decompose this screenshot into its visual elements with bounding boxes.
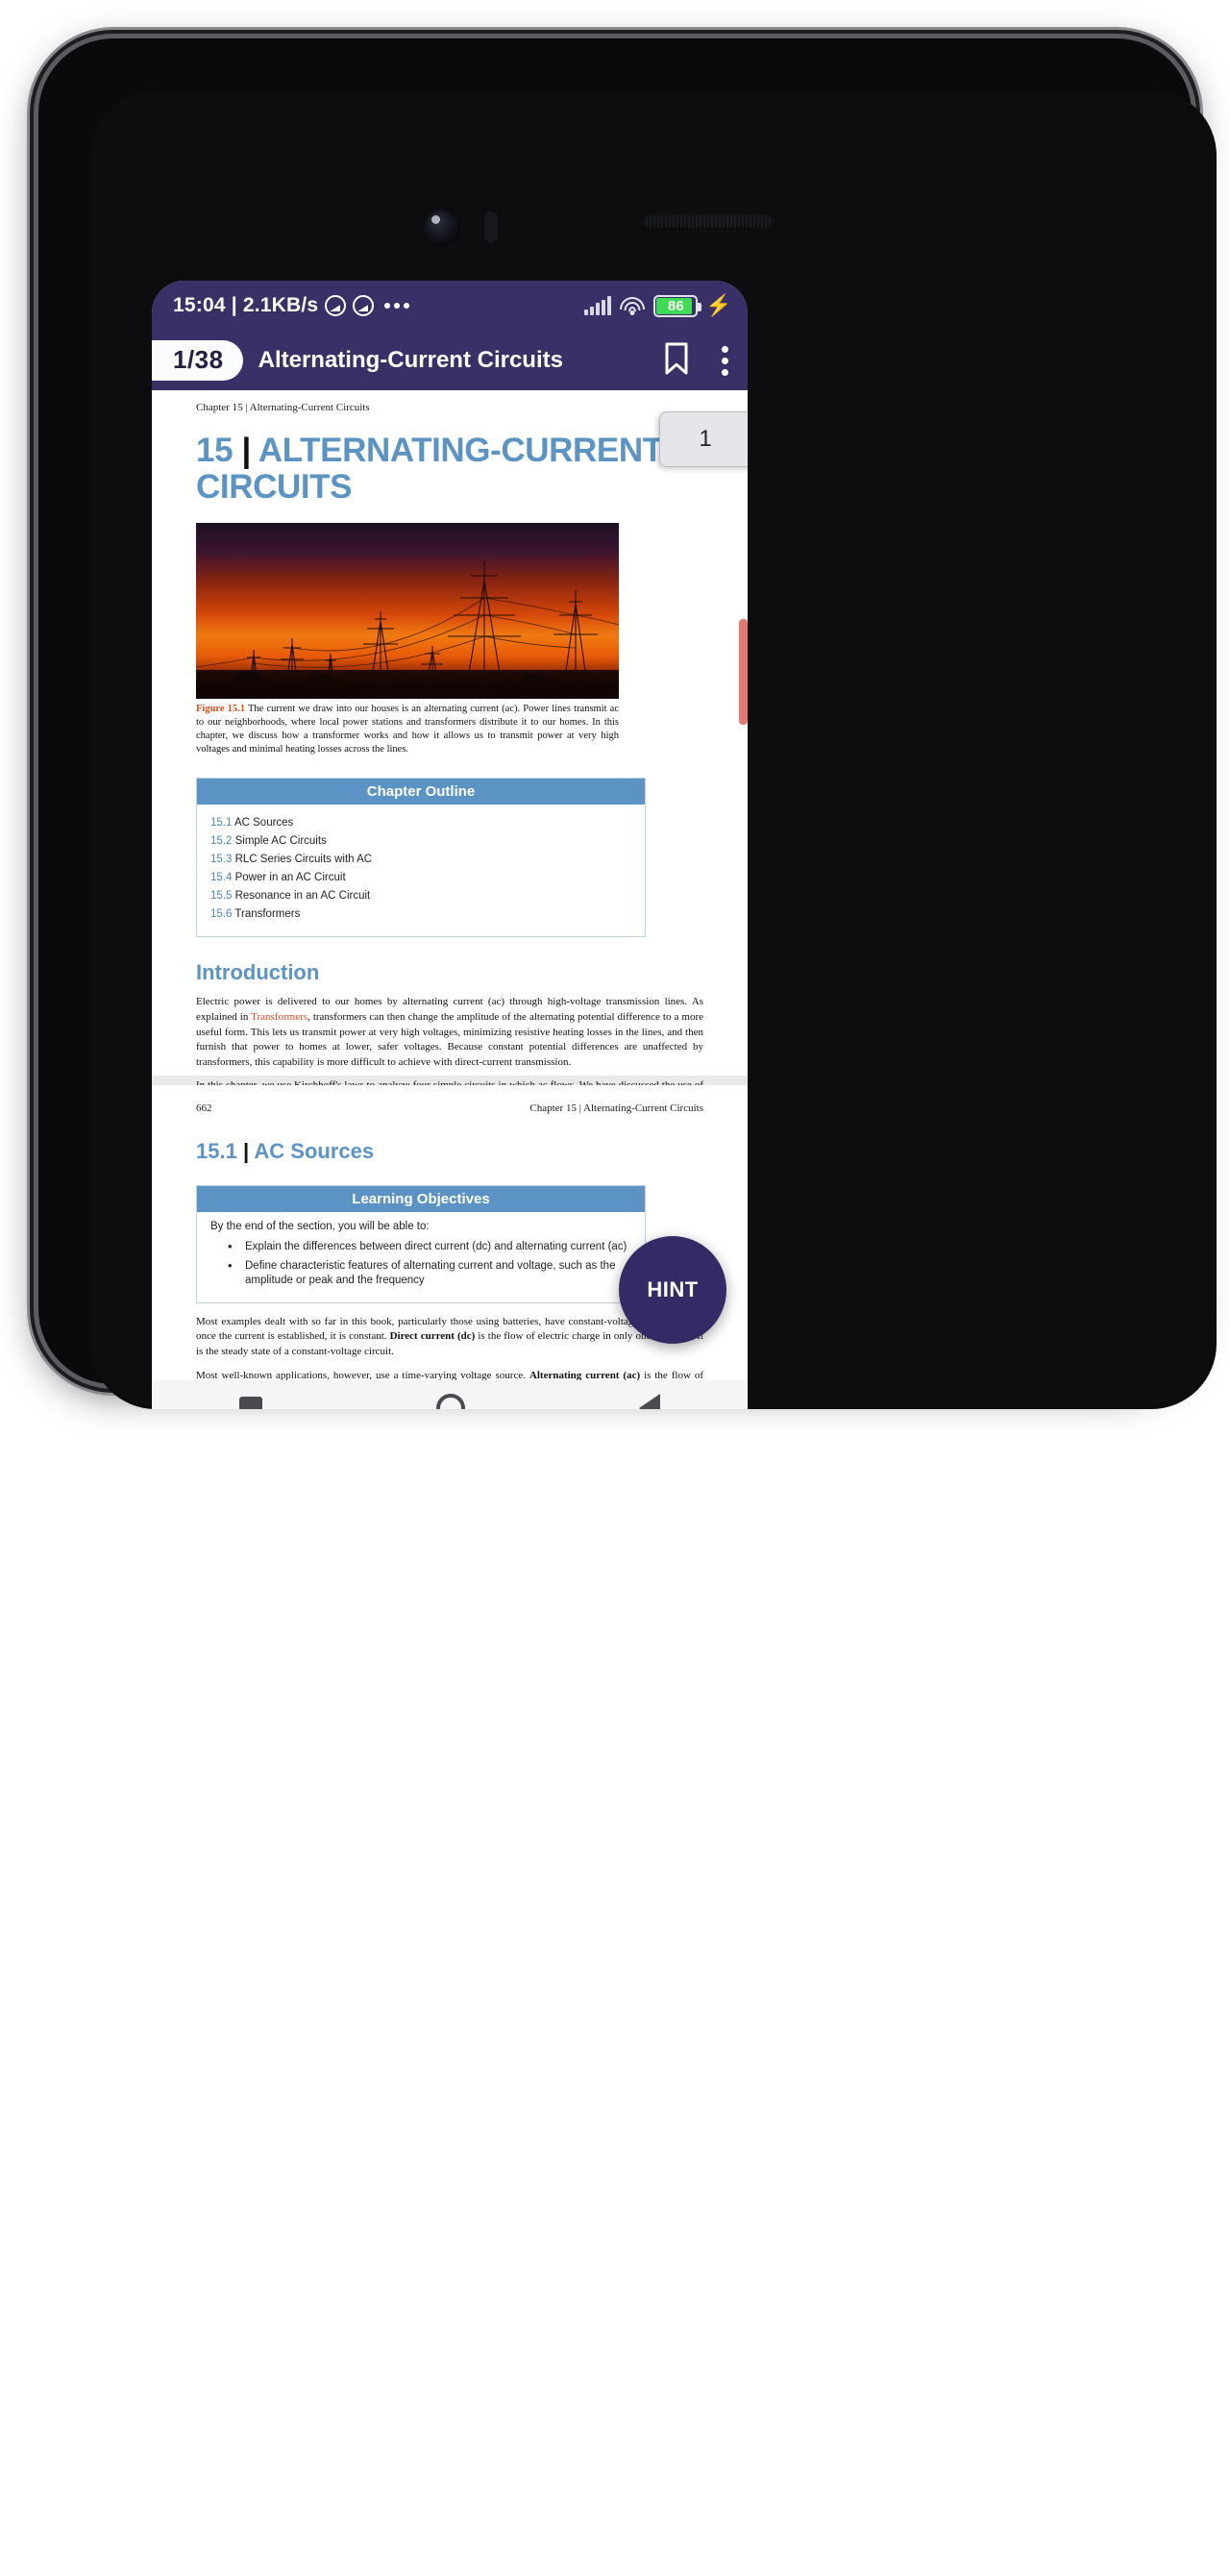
outline-section-number: 15.1	[210, 817, 233, 830]
chapter-outline-body: 15.1 AC Sources 15.2 Simple AC Circuits …	[197, 805, 645, 937]
phone-screen: 15:04 | 2.1KB/s 86 ⚡ 1/38 Alternating-Cu…	[152, 281, 748, 1409]
phone-body: 15:04 | 2.1KB/s 86 ⚡ 1/38 Alternating-Cu…	[90, 90, 1217, 1409]
status-bar-right: 86 ⚡	[584, 293, 732, 317]
recents-square-icon[interactable]	[238, 1397, 262, 1409]
section-number: 15.1	[196, 1139, 237, 1163]
earpiece-speaker	[642, 213, 775, 229]
vertical-scrollbar-thumb[interactable]	[739, 619, 748, 725]
p2-part-a: Most well-known applications, however, u…	[196, 1369, 529, 1380]
status-bar-left: 15:04 | 2.1KB/s	[173, 294, 410, 317]
list-item: Define characteristic features of altern…	[228, 1258, 631, 1288]
learning-objectives-heading: Learning Objectives	[197, 1186, 645, 1212]
front-camera-icon	[422, 208, 460, 246]
wifi-icon	[620, 296, 646, 315]
list-item[interactable]: 15.1 AC Sources	[210, 817, 631, 829]
page2-page-number: 662	[196, 1102, 212, 1114]
figure-image-power-lines	[196, 522, 619, 699]
list-item[interactable]: 15.2 Simple AC Circuits	[210, 835, 631, 847]
status-time-and-network-speed: 15:04 | 2.1KB/s	[173, 294, 319, 316]
section-title: AC Sources	[254, 1139, 375, 1163]
battery-percent-label: 86	[667, 297, 684, 314]
introduction-heading: Introduction	[196, 960, 320, 985]
outline-section-title: Simple AC Circuits	[234, 835, 327, 848]
section-heading-15-1: 15.1 | AC Sources	[196, 1139, 703, 1164]
bookmark-icon[interactable]	[662, 341, 691, 381]
transformers-link[interactable]: Transformers	[251, 1011, 308, 1023]
camera-glint	[431, 215, 440, 224]
outline-section-number: 15.2	[210, 835, 233, 848]
page2-running-head: Chapter 15 | Alternating-Current Circuit…	[529, 1102, 703, 1114]
list-item[interactable]: 15.5 Resonance in an AC Circuit	[210, 890, 631, 902]
document-page-1: Chapter 15 | Alternating-Current Circuit…	[152, 390, 748, 1136]
page-counter-badge[interactable]: 1/38	[152, 340, 243, 381]
learning-objectives-intro: By the end of the section, you will be a…	[210, 1221, 430, 1232]
section-separator: |	[242, 1139, 250, 1163]
blocked-circle-icon	[325, 295, 347, 316]
section-paragraph-2: Most well-known applications, however, u…	[196, 1369, 703, 1380]
outline-section-title: AC Sources	[234, 817, 294, 830]
learning-objectives-list: Explain the differences between direct c…	[228, 1239, 631, 1288]
learning-objectives-box: Learning Objectives By the end of the se…	[196, 1185, 646, 1303]
back-triangle-icon[interactable]	[639, 1394, 661, 1409]
list-item[interactable]: 15.4 Power in an AC Circuit	[210, 872, 631, 883]
figure-label: Figure 15.1	[196, 703, 246, 714]
phone-frame: 15:04 | 2.1KB/s 86 ⚡ 1/38 Alternating-Cu…	[38, 38, 1217, 1409]
introduction-paragraph-1: Electric power is delivered to our homes…	[196, 995, 703, 1070]
outline-section-number: 15.4	[210, 872, 233, 884]
battery-icon: 86	[653, 294, 702, 317]
chapter-title: 15 | ALTERNATING-CURRENT CIRCUITS	[196, 433, 703, 506]
outline-section-title: RLC Series Circuits with AC	[234, 854, 373, 866]
page-number-chip[interactable]: 1	[659, 411, 748, 467]
outline-section-number: 15.6	[210, 908, 233, 921]
learning-objectives-body: By the end of the section, you will be a…	[197, 1212, 645, 1302]
app-toolbar: 1/38 Alternating-Current Circuits	[152, 331, 748, 390]
page2-running-head-row: 662 Chapter 15 | Alternating-Current Cir…	[196, 1102, 703, 1114]
p1-bold-term: Direct current (dc)	[389, 1330, 476, 1343]
home-circle-icon[interactable]	[435, 1394, 465, 1409]
list-item: Explain the differences between direct c…	[228, 1239, 631, 1255]
section-paragraph-1: Most examples dealt with so far in this …	[196, 1315, 703, 1360]
outline-section-title: Resonance in an AC Circuit	[234, 890, 371, 903]
status-ellipsis-icon	[384, 303, 410, 309]
list-item[interactable]: 15.3 RLC Series Circuits with AC	[210, 854, 631, 865]
hint-button[interactable]: HINT	[619, 1236, 726, 1344]
figure-caption: Figure 15.1 The current we draw into our…	[196, 703, 619, 757]
chapter-outline-box: Chapter Outline 15.1 AC Sources 15.2 Sim…	[196, 778, 646, 938]
page1-running-head: Chapter 15 | Alternating-Current Circuit…	[196, 402, 370, 413]
p2-bold-term: Alternating current (ac)	[529, 1369, 641, 1380]
chapter-number: 15	[196, 432, 234, 469]
outline-section-number: 15.3	[210, 854, 233, 866]
document-viewport[interactable]: 1 HINT Chapter 15 | Alternating-Current …	[152, 390, 748, 1380]
cellular-signal-icon	[584, 296, 612, 315]
more-vertical-icon[interactable]	[716, 342, 734, 380]
android-navigation-bar	[152, 1380, 748, 1409]
list-item[interactable]: 15.6 Transformers	[210, 908, 631, 920]
document-title: Alternating-Current Circuits	[258, 347, 563, 373]
charging-bolt-icon: ⚡	[705, 293, 732, 317]
figure-caption-text: The current we draw into our houses is a…	[196, 703, 620, 755]
figure-pylons	[196, 560, 619, 699]
chapter-outline-heading: Chapter Outline	[197, 779, 645, 805]
outline-section-number: 15.5	[210, 890, 233, 903]
status-bar: 15:04 | 2.1KB/s 86 ⚡	[152, 281, 748, 331]
title-separator: |	[241, 432, 251, 469]
outline-section-title: Transformers	[234, 908, 301, 921]
blocked-circle-icon	[353, 295, 375, 316]
proximity-sensor-icon	[484, 211, 498, 242]
chapter-title-text: ALTERNATING-CURRENT CIRCUITS	[196, 432, 663, 506]
outline-section-title: Power in an AC Circuit	[234, 872, 346, 884]
